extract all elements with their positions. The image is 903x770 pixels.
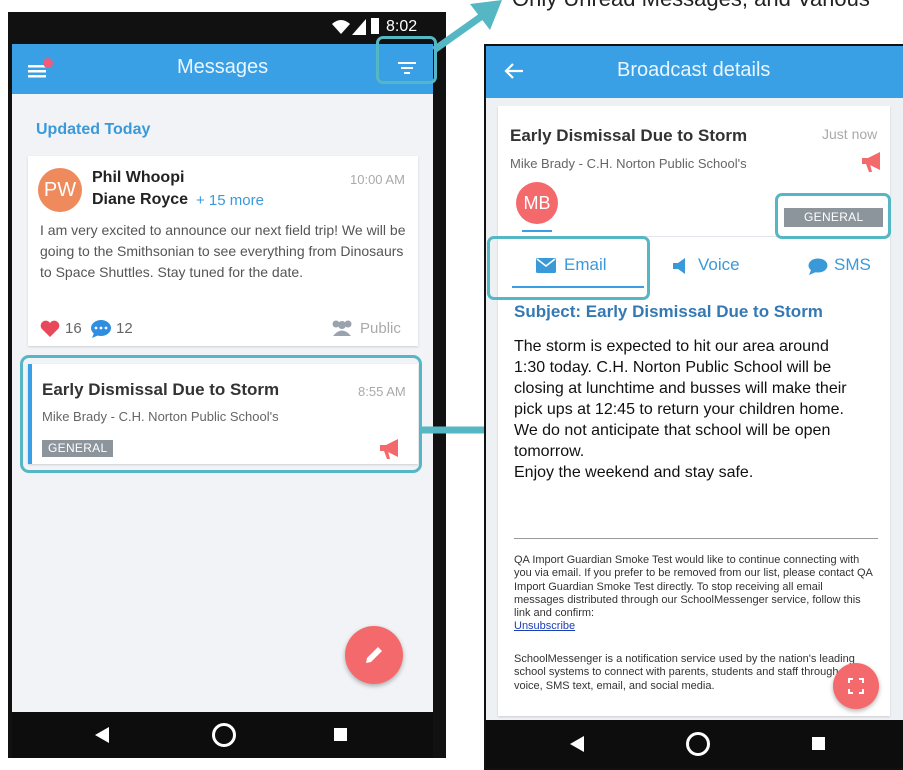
recents-nav-icon[interactable] bbox=[812, 737, 825, 750]
body-line: 1:30 today. C.H. Norton Public School wi… bbox=[514, 359, 832, 376]
megaphone-icon bbox=[860, 151, 884, 178]
signal-icon bbox=[352, 19, 366, 38]
more-recipients-link[interactable]: + 15 more bbox=[196, 192, 264, 209]
speaker-icon bbox=[673, 258, 685, 274]
fullscreen-button[interactable] bbox=[833, 663, 879, 709]
detail-title: Early Dismissal Due to Storm bbox=[510, 126, 748, 145]
body-line: The storm is expected to hit our area ar… bbox=[514, 338, 829, 355]
tab-voice-label: Voice bbox=[698, 255, 740, 274]
message-body: I am very excited to announce our next f… bbox=[40, 222, 406, 280]
tab-voice[interactable]: Voice bbox=[658, 252, 758, 282]
footer-about: SchoolMessenger is a notification servic… bbox=[514, 653, 855, 692]
like-count: 16 bbox=[65, 320, 82, 337]
email-tab-highlight bbox=[487, 236, 650, 300]
email-subject: Subject: Early Dismissal Due to Storm bbox=[514, 302, 823, 321]
heart-icon[interactable] bbox=[40, 320, 60, 343]
avatar-underline bbox=[522, 230, 552, 232]
menu-icon[interactable] bbox=[28, 58, 56, 85]
body-line: pick ups at 12:45 to return your childre… bbox=[514, 401, 844, 418]
right-screen: Early Dismissal Due to Storm Just now Mi… bbox=[486, 98, 903, 720]
recipient-name: Diane Royce bbox=[92, 191, 189, 208]
avatar-mb[interactable]: MB bbox=[516, 182, 558, 224]
footer-divider bbox=[514, 538, 878, 539]
details-title: Broadcast details bbox=[617, 59, 771, 81]
home-nav-icon[interactable] bbox=[686, 732, 710, 756]
expand-icon bbox=[848, 678, 864, 694]
top-caption: Only Unread Messages, and Various bbox=[512, 0, 870, 12]
left-nav-bar bbox=[12, 712, 433, 758]
compose-button[interactable] bbox=[345, 626, 403, 684]
back-nav-icon[interactable] bbox=[570, 736, 584, 757]
tab-sms-label: SMS bbox=[834, 255, 871, 274]
pencil-icon bbox=[366, 647, 382, 663]
group-icon bbox=[330, 319, 354, 342]
battery-icon bbox=[371, 18, 379, 34]
message-time: 10:00 AM bbox=[350, 172, 405, 187]
back-arrow-icon[interactable] bbox=[504, 62, 524, 85]
email-body: The storm is expected to hit our area ar… bbox=[514, 336, 884, 483]
right-app-bar: Broadcast details bbox=[486, 46, 903, 98]
audience-label: Public bbox=[360, 320, 401, 337]
section-label: Updated Today bbox=[36, 121, 151, 138]
badge-highlight bbox=[775, 193, 891, 239]
broadcast-card-highlight bbox=[20, 355, 422, 473]
left-app-bar: Messages bbox=[12, 44, 433, 94]
right-nav-bar bbox=[486, 720, 903, 768]
avatar-pw: PW bbox=[38, 168, 82, 212]
status-time: 8:02 bbox=[386, 18, 418, 35]
message-card-1[interactable]: PW Phil Whoopi 10:00 AM Diane Royce + 15… bbox=[28, 156, 418, 346]
unsubscribe-link[interactable]: Unsubscribe bbox=[514, 620, 575, 632]
chat-bubble-icon bbox=[808, 258, 828, 275]
detail-time: Just now bbox=[822, 126, 878, 142]
body-line: tomorrow. bbox=[514, 443, 585, 460]
body-line: Enjoy the weekend and stay safe. bbox=[514, 464, 754, 481]
comment-icon[interactable] bbox=[90, 319, 112, 344]
back-nav-icon[interactable] bbox=[95, 727, 109, 748]
recents-nav-icon[interactable] bbox=[334, 728, 347, 741]
footer-disclaimer: QA Import Guardian Smoke Test would like… bbox=[514, 554, 873, 633]
page-title: Messages bbox=[177, 56, 269, 78]
sender-name: Phil Whoopi bbox=[92, 169, 185, 186]
filter-highlight bbox=[376, 36, 437, 84]
tab-sms[interactable]: SMS bbox=[788, 252, 878, 282]
body-line: closing at lunchtime and busses will mak… bbox=[514, 380, 847, 397]
wifi-icon bbox=[332, 19, 350, 38]
detail-sender: Mike Brady - C.H. Norton Public School's bbox=[510, 156, 747, 171]
home-nav-icon[interactable] bbox=[212, 723, 236, 747]
comment-count: 12 bbox=[116, 320, 133, 337]
body-line: We do not anticipate that school will be… bbox=[514, 422, 831, 439]
